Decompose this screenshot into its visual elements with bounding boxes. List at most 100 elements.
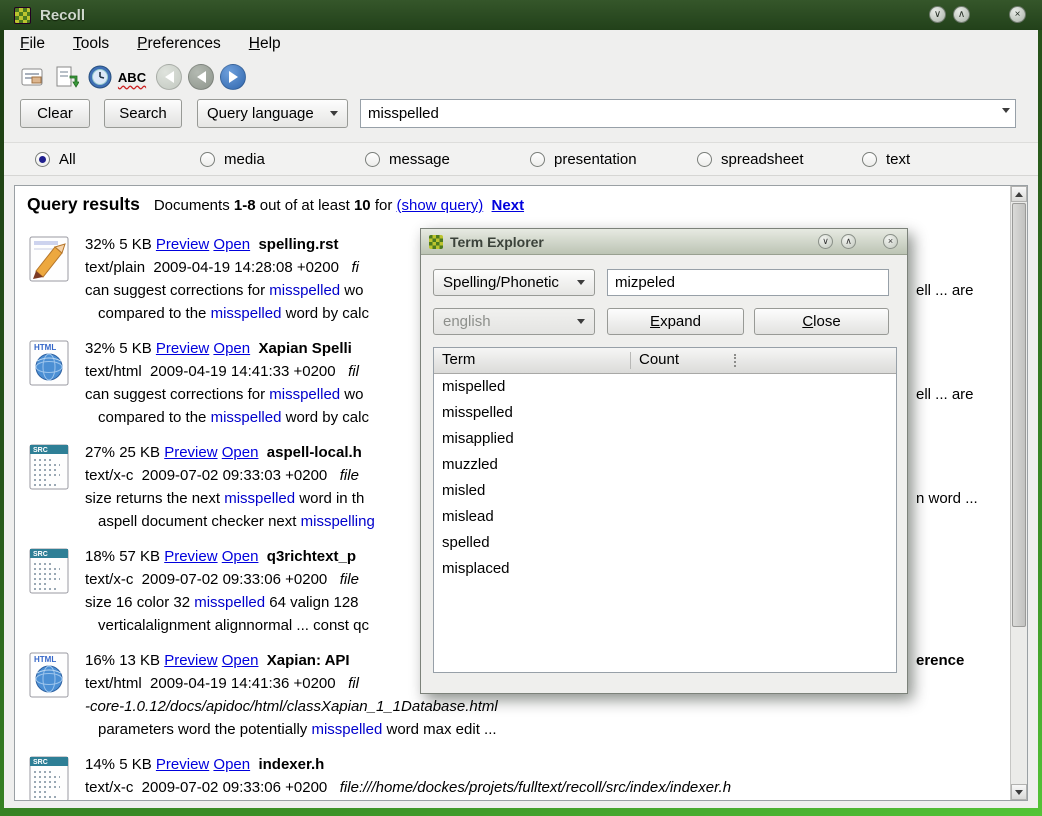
result-snippet: -core-1.0.12/docs/apidoc/html/classXapia…: [85, 695, 1009, 718]
filter-label: media: [224, 151, 265, 168]
scroll-down-icon[interactable]: [1011, 784, 1027, 800]
menu-help[interactable]: Help: [249, 35, 281, 53]
radio-icon[interactable]: [35, 152, 50, 167]
query-mode-select[interactable]: Query language: [197, 99, 348, 128]
language-select: english: [433, 308, 595, 335]
filter-spreadsheet[interactable]: spreadsheet: [697, 151, 804, 168]
back-icon[interactable]: [188, 64, 214, 90]
column-term[interactable]: Term: [442, 351, 475, 368]
expansion-mode-select[interactable]: Spelling/Phonetic: [433, 269, 595, 296]
term-table: Term Count mispelled misspelledmisapplied…: [433, 347, 897, 673]
svg-text:HTML: HTML: [34, 343, 56, 352]
snippet-fragment: ell ... are: [916, 383, 974, 406]
term-row[interactable]: mislead: [434, 504, 896, 530]
expand-button[interactable]: Expand: [607, 308, 744, 335]
relevance-and-size: 32% 5 KB: [85, 340, 156, 357]
open-link[interactable]: Open: [213, 756, 250, 773]
menu-bar: File Tools Preferences Help: [4, 30, 1038, 58]
term-row[interactable]: mispelled: [434, 374, 896, 400]
unshade-icon[interactable]: ∧: [841, 234, 856, 249]
relevance-and-size: 27% 25 KB: [85, 444, 164, 461]
column-count[interactable]: Count: [639, 351, 679, 368]
html-file-icon: HTML: [27, 340, 71, 391]
radio-icon[interactable]: [862, 152, 877, 167]
filter-text[interactable]: text: [862, 151, 910, 168]
result-title: aspell-local.h: [258, 444, 361, 461]
first-page-icon[interactable]: [156, 64, 182, 90]
term-row[interactable]: misled: [434, 478, 896, 504]
open-link[interactable]: Open: [213, 236, 250, 253]
term-cell: mispelled: [442, 378, 505, 395]
term-cell: spelled: [442, 534, 490, 551]
window-titlebar[interactable]: Recoll: [0, 0, 1042, 30]
spellcheck-abc-icon[interactable]: ABC: [118, 63, 146, 91]
open-link[interactable]: Open: [222, 652, 259, 669]
result-url: file: [340, 467, 359, 484]
search-button[interactable]: Search: [104, 99, 182, 128]
preview-link[interactable]: Preview: [164, 652, 217, 669]
term-row[interactable]: misspelled: [434, 400, 896, 426]
header-section-mark: [734, 354, 736, 367]
results-scrollbar[interactable]: [1010, 186, 1027, 800]
history-clock-icon[interactable]: [86, 63, 114, 91]
preview-link[interactable]: Preview: [164, 444, 217, 461]
forward-icon[interactable]: [220, 64, 246, 90]
filter-message[interactable]: message: [365, 151, 450, 168]
radio-icon[interactable]: [200, 152, 215, 167]
mime-and-date: text/plain 2009-04-19 14:28:08 +0200: [85, 259, 351, 276]
open-link[interactable]: Open: [213, 340, 250, 357]
result-title: indexer.h: [250, 756, 324, 773]
preview-link[interactable]: Preview: [156, 340, 209, 357]
result-title: q3richtext_p: [258, 548, 356, 565]
filter-media[interactable]: media: [200, 151, 265, 168]
preview-link[interactable]: Preview: [156, 756, 209, 773]
term-cell: muzzled: [442, 456, 498, 473]
filter-row: All media message presentation spreadsheet te…: [4, 142, 1038, 176]
scroll-up-icon[interactable]: [1011, 186, 1027, 202]
term-row[interactable]: muzzled: [434, 452, 896, 478]
shade-icon[interactable]: ∨: [929, 6, 946, 23]
menu-preferences[interactable]: Preferences: [137, 35, 221, 53]
filter-presentation[interactable]: presentation: [530, 151, 637, 168]
term-row[interactable]: spelled: [434, 530, 896, 556]
history-dropdown-icon[interactable]: [1002, 108, 1010, 113]
open-link[interactable]: Open: [222, 444, 259, 461]
svg-text:SRC: SRC: [33, 447, 48, 454]
svg-text:SRC: SRC: [33, 551, 48, 558]
menu-file[interactable]: File: [20, 35, 45, 53]
term-row[interactable]: misplaced: [434, 556, 896, 582]
unshade-icon[interactable]: ∧: [953, 6, 970, 23]
svg-text:SRC: SRC: [33, 759, 48, 766]
recoll-app-icon: [14, 7, 31, 24]
term-cell: mislead: [442, 508, 494, 525]
clear-button[interactable]: Clear: [20, 99, 90, 128]
preview-link[interactable]: Preview: [164, 548, 217, 565]
next-link[interactable]: Next: [492, 197, 525, 214]
result-snippet: parameters word the potentially misspell…: [85, 718, 1009, 741]
shade-icon[interactable]: ∨: [818, 234, 833, 249]
mime-and-date: text/x-c 2009-07-02 09:33:03 +0200: [85, 467, 340, 484]
close-icon[interactable]: ×: [883, 234, 898, 249]
term-input[interactable]: mizpeled: [607, 269, 889, 296]
close-icon[interactable]: ×: [1009, 6, 1026, 23]
clear-form-icon[interactable]: [18, 63, 46, 91]
src-file-icon: SRC: [27, 444, 71, 495]
menu-tools[interactable]: Tools: [73, 35, 109, 53]
search-input[interactable]: misspelled: [360, 99, 1016, 128]
tool-bar: ABC: [4, 58, 1038, 96]
result-title: Xapian: API: [258, 652, 353, 669]
term-explorer-titlebar[interactable]: Term Explorer: [421, 229, 907, 255]
column-divider[interactable]: [630, 352, 631, 369]
radio-icon[interactable]: [365, 152, 380, 167]
scrollbar-thumb[interactable]: [1012, 203, 1026, 627]
radio-icon[interactable]: [530, 152, 545, 167]
term-table-header: Term Count: [434, 348, 896, 374]
filter-all[interactable]: All: [35, 151, 76, 168]
close-button[interactable]: Close: [754, 308, 889, 335]
update-document-icon[interactable]: [52, 63, 80, 91]
preview-link[interactable]: Preview: [156, 236, 209, 253]
radio-icon[interactable]: [697, 152, 712, 167]
show-query-link[interactable]: (show query): [397, 197, 484, 214]
open-link[interactable]: Open: [222, 548, 259, 565]
term-row[interactable]: misapplied: [434, 426, 896, 452]
